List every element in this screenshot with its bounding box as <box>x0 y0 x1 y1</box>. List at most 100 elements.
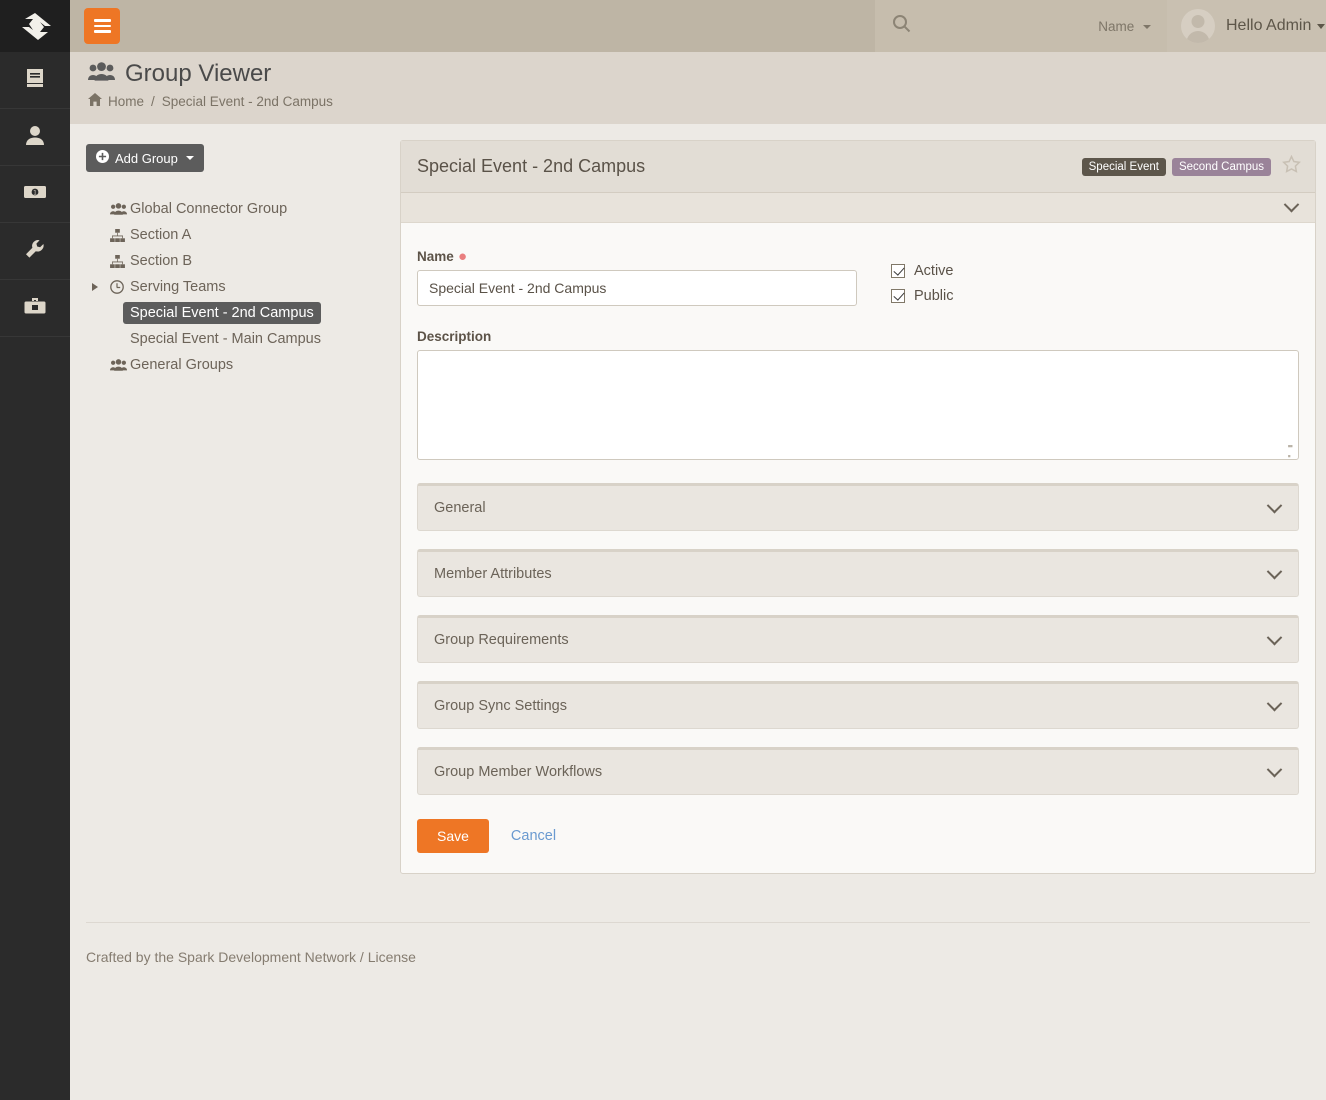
name-field-group: Name ● <box>417 249 857 313</box>
tree-item-general-groups[interactable]: General Groups <box>86 352 402 378</box>
active-checkbox-row[interactable]: Active <box>891 263 954 279</box>
panel-collapse-bar[interactable] <box>401 193 1315 223</box>
license-link[interactable]: License <box>368 949 416 965</box>
chevron-down-icon <box>1267 695 1283 711</box>
breadcrumb: Home / Special Event - 2nd Campus <box>88 93 1326 109</box>
cms-nav-item[interactable] <box>0 52 70 109</box>
page-header: Group Viewer Home / Special Event - 2nd … <box>70 52 1326 124</box>
tree-item-section-a[interactable]: Section A <box>86 222 402 248</box>
finance-nav-item[interactable]: 1 <box>0 166 70 223</box>
tree-item-special-event-2nd-campus[interactable]: Special Event - 2nd Campus <box>86 300 402 326</box>
name-label-text: Name <box>417 249 454 264</box>
description-textarea[interactable] <box>417 350 1299 460</box>
primary-nav-rail: 1 <box>0 0 70 1100</box>
accordion-label: Group Member Workflows <box>434 764 1269 780</box>
group-icon <box>110 203 130 215</box>
chevron-down-icon <box>1317 24 1325 29</box>
breadcrumb-current: Special Event - 2nd Campus <box>162 94 333 109</box>
svg-text:1: 1 <box>33 189 37 196</box>
group-icon <box>110 359 130 371</box>
avatar <box>1181 9 1215 43</box>
top-bar: Name Hello Admin <box>70 0 1326 52</box>
flags-group: Active Public <box>891 249 954 313</box>
chevron-down-icon <box>1143 25 1151 29</box>
name-input[interactable] <box>417 270 857 306</box>
required-marker: ● <box>454 248 467 265</box>
tree-item-section-b[interactable]: Section B <box>86 248 402 274</box>
accordion-group-requirements[interactable]: Group Requirements <box>417 615 1299 663</box>
hamburger-bars <box>94 16 111 36</box>
status-badge-special-event[interactable]: Special Event <box>1082 158 1166 176</box>
group-tree-panel: Add Group Global Connector Group Section… <box>86 144 402 378</box>
accordion-label: General <box>434 500 1269 516</box>
save-button[interactable]: Save <box>417 819 489 853</box>
page-title: Group Viewer <box>88 60 1326 88</box>
tree-item-label: Serving Teams <box>130 279 226 295</box>
tree-item-label: General Groups <box>130 357 233 373</box>
hamburger-icon[interactable] <box>84 8 120 44</box>
panel-header: Special Event - 2nd Campus Special Event… <box>401 141 1315 193</box>
search-field-selector[interactable]: Name <box>1098 19 1151 34</box>
tree-item-label: Global Connector Group <box>130 201 287 217</box>
chevron-down-icon <box>1267 563 1283 579</box>
public-checkbox[interactable] <box>891 289 905 303</box>
user-greeting: Hello Admin <box>1226 17 1311 35</box>
tools-nav-item[interactable] <box>0 280 70 337</box>
caret-down-icon <box>186 156 194 160</box>
add-group-button[interactable]: Add Group <box>86 144 204 172</box>
home-icon <box>88 93 108 109</box>
group-tree: Global Connector Group Section A Section… <box>86 196 402 378</box>
toolbox-icon <box>23 295 47 322</box>
user-menu[interactable]: Hello Admin <box>1167 0 1326 52</box>
accordion-general[interactable]: General <box>417 483 1299 531</box>
footer: Crafted by the Spark Development Network… <box>86 922 1310 965</box>
public-checkbox-row[interactable]: Public <box>891 288 954 304</box>
tree-item-label: Special Event - Main Campus <box>130 331 321 347</box>
admin-nav-item[interactable] <box>0 223 70 280</box>
accordion-label: Group Requirements <box>434 632 1269 648</box>
accordion-group-sync-settings[interactable]: Group Sync Settings <box>417 681 1299 729</box>
search-field-label: Name <box>1098 19 1134 34</box>
panel-body: Name ● Active Public Description <box>401 223 1315 873</box>
tree-item-global-connector-group[interactable]: Global Connector Group <box>86 196 402 222</box>
group-detail-panel: Special Event - 2nd Campus Special Event… <box>400 140 1316 874</box>
chevron-down-icon <box>1267 629 1283 645</box>
plus-circle-icon <box>96 150 109 166</box>
people-nav-item[interactable] <box>0 109 70 166</box>
page-title-text: Group Viewer <box>125 60 271 88</box>
rock-logo-icon[interactable] <box>0 0 70 52</box>
name-label: Name ● <box>417 249 857 264</box>
search-icon[interactable] <box>892 14 911 38</box>
search-bar[interactable]: Name <box>875 0 1167 52</box>
tree-item-label: Special Event - 2nd Campus <box>123 302 321 324</box>
accordion-group-member-workflows[interactable]: Group Member Workflows <box>417 747 1299 795</box>
active-label: Active <box>914 263 954 279</box>
active-checkbox[interactable] <box>891 264 905 278</box>
star-outline-icon[interactable] <box>1282 155 1301 179</box>
accordion-label: Member Attributes <box>434 566 1269 582</box>
money-icon: 1 <box>23 181 47 208</box>
panel-title: Special Event - 2nd Campus <box>417 156 1076 177</box>
clock-icon <box>110 280 130 294</box>
content-area: Add Group Global Connector Group Section… <box>70 124 1326 1100</box>
breadcrumb-separator: / <box>151 94 155 109</box>
book-icon <box>24 67 46 94</box>
breadcrumb-home-link[interactable]: Home <box>108 94 144 109</box>
form-actions: Save Cancel <box>417 819 1299 853</box>
tree-item-special-event-main-campus[interactable]: Special Event - Main Campus <box>86 326 402 352</box>
add-group-label: Add Group <box>115 151 178 166</box>
group-icon <box>88 60 125 88</box>
chevron-down-icon <box>1267 497 1283 513</box>
tree-item-serving-teams[interactable]: Serving Teams <box>86 274 402 300</box>
expand-arrow-icon[interactable] <box>92 283 98 291</box>
public-label: Public <box>914 288 954 304</box>
sitemap-icon <box>110 229 130 242</box>
status-badge-second-campus[interactable]: Second Campus <box>1172 158 1271 176</box>
person-icon <box>24 124 46 151</box>
cancel-button[interactable]: Cancel <box>511 828 556 844</box>
accordion-member-attributes[interactable]: Member Attributes <box>417 549 1299 597</box>
chevron-down-icon <box>1284 197 1300 213</box>
description-field-group: Description ▪▪▪ <box>417 329 1299 465</box>
name-and-flags-row: Name ● Active Public <box>417 249 1299 313</box>
tree-item-label: Section B <box>130 253 192 269</box>
